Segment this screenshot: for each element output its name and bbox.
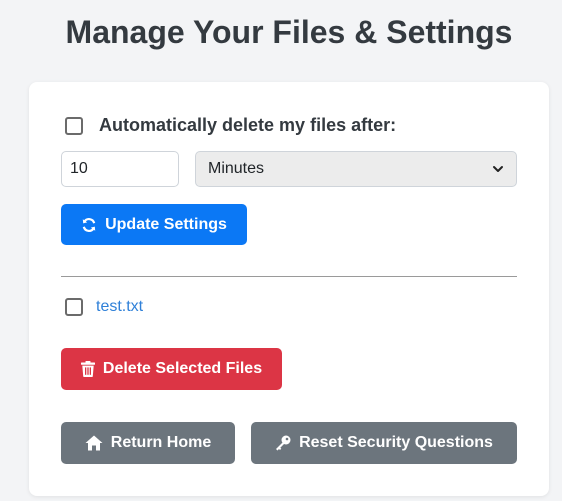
return-home-label: Return Home — [110, 434, 212, 451]
delete-selected-button[interactable]: Delete Selected Files — [61, 348, 282, 390]
settings-card: Automatically delete my files after: Min… — [29, 82, 549, 496]
key-icon — [276, 435, 291, 451]
refresh-icon — [82, 217, 96, 232]
update-settings-button[interactable]: Update Settings — [61, 204, 247, 245]
update-settings-label: Update Settings — [105, 215, 227, 233]
file-link[interactable]: test.txt — [96, 298, 143, 316]
file-list-item: test.txt — [65, 298, 143, 316]
delete-selected-label: Delete Selected Files — [102, 360, 263, 377]
page-title: Manage Your Files & Settings — [65, 14, 513, 50]
auto-delete-label: Automatically delete my files after: — [99, 115, 397, 135]
unit-select-value: Minutes — [208, 160, 265, 177]
reset-security-questions-label: Reset Security Questions — [299, 434, 493, 451]
chevron-down-icon — [493, 166, 503, 172]
return-home-button[interactable]: Return Home — [61, 422, 235, 464]
auto-delete-checkbox[interactable] — [65, 116, 83, 135]
divider — [61, 276, 517, 277]
trash-icon — [80, 361, 95, 377]
duration-input[interactable] — [61, 151, 179, 187]
reset-security-questions-button[interactable]: Reset Security Questions — [251, 422, 517, 464]
unit-select[interactable]: Minutes — [195, 151, 517, 187]
home-icon — [85, 435, 103, 451]
auto-delete-row: Automatically delete my files after: — [65, 115, 396, 136]
file-checkbox[interactable] — [65, 298, 83, 316]
